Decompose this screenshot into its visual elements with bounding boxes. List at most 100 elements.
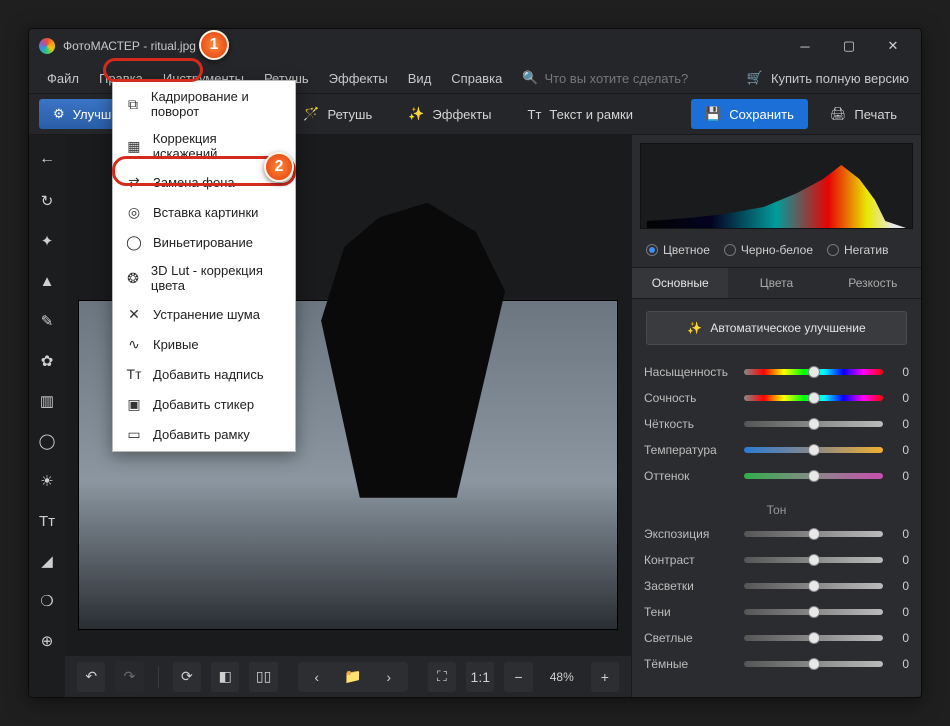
toolbar-text-button[interactable]: Tᴛ Текст и рамки bbox=[514, 99, 647, 129]
slider-thumb[interactable] bbox=[808, 444, 820, 456]
zoom-out-button[interactable]: − bbox=[504, 662, 532, 692]
image-icon: ◎ bbox=[125, 203, 143, 221]
radio-negative[interactable]: Негатив bbox=[827, 243, 888, 257]
slider-track[interactable] bbox=[744, 583, 883, 589]
slider-thumb[interactable] bbox=[808, 580, 820, 592]
prev-image-button[interactable]: ‹ bbox=[302, 662, 332, 692]
maximize-button[interactable]: ▢ bbox=[827, 31, 871, 61]
zoom-in-button[interactable]: + bbox=[591, 662, 619, 692]
cube-icon: ❂ bbox=[125, 269, 141, 287]
menubar-search[interactable]: 🔍 Что вы хотите сделать? bbox=[516, 70, 688, 86]
slider-track[interactable] bbox=[744, 531, 883, 537]
slider-thumb[interactable] bbox=[808, 606, 820, 618]
tools-dropdown: ⧉Кадрирование и поворот ▦Коррекция искаж… bbox=[112, 80, 296, 452]
save-button[interactable]: 💾 Сохранить bbox=[691, 99, 808, 129]
save-icon: 💾 bbox=[705, 106, 721, 122]
tool-stamp-icon[interactable]: ▲ bbox=[33, 267, 61, 295]
dropdown-curves[interactable]: ∿Кривые bbox=[113, 329, 295, 359]
slider-thumb[interactable] bbox=[808, 418, 820, 430]
dropdown-insert-image[interactable]: ◎Вставка картинки bbox=[113, 197, 295, 227]
menu-file[interactable]: Файл bbox=[37, 66, 89, 91]
tool-brush-icon[interactable]: ✎ bbox=[33, 307, 61, 335]
tool-target-icon[interactable]: ⊕ bbox=[33, 627, 61, 655]
menu-help[interactable]: Справка bbox=[441, 66, 512, 91]
curves-icon: ∿ bbox=[125, 335, 143, 353]
slider-thumb[interactable] bbox=[808, 392, 820, 404]
refresh-button[interactable]: ⟳ bbox=[173, 662, 201, 692]
slider-value: 0 bbox=[891, 365, 909, 379]
print-button[interactable]: 🖨 Печать bbox=[816, 99, 911, 129]
radio-bw[interactable]: Черно-белое bbox=[724, 243, 813, 257]
dropdown-denoise[interactable]: ✕Устранение шума bbox=[113, 299, 295, 329]
fit-button[interactable]: ⛶ bbox=[428, 662, 456, 692]
grid-icon: ▦ bbox=[125, 137, 143, 155]
slider-track[interactable] bbox=[744, 473, 883, 479]
dropdown-3dlut[interactable]: ❂ 3D Lut - коррекция цвета bbox=[113, 257, 295, 299]
buy-full-version-link[interactable]: 🛒 Купить полную версию bbox=[747, 70, 913, 86]
search-placeholder: Что вы хотите сделать? bbox=[544, 71, 688, 86]
slider-label: Тёмные bbox=[644, 657, 736, 671]
radio-color[interactable]: Цветное bbox=[646, 243, 710, 257]
tool-gradient-icon[interactable]: ▥ bbox=[33, 387, 61, 415]
slider-row: Температура0 bbox=[644, 437, 909, 463]
menu-effects[interactable]: Эффекты bbox=[319, 66, 398, 91]
dropdown-crop[interactable]: ⧉Кадрирование и поворот bbox=[113, 83, 295, 125]
toolbar-retouch-button[interactable]: 🪄 Ретушь bbox=[289, 99, 386, 129]
tool-vignette-icon[interactable]: ◯ bbox=[33, 427, 61, 455]
back-button[interactable]: ← bbox=[29, 143, 65, 175]
slider-label: Насыщенность bbox=[644, 365, 736, 379]
undo-button[interactable]: ↶ bbox=[77, 662, 105, 692]
slider-thumb[interactable] bbox=[808, 658, 820, 670]
slider-track[interactable] bbox=[744, 369, 883, 375]
slider-track[interactable] bbox=[744, 395, 883, 401]
tool-lasso-icon[interactable]: ❍ bbox=[33, 587, 61, 615]
slider-track[interactable] bbox=[744, 421, 883, 427]
tone-section-label: Тон bbox=[632, 497, 921, 519]
split-button[interactable]: ▯▯ bbox=[249, 662, 277, 692]
tab-main[interactable]: Основные bbox=[632, 268, 728, 298]
dropdown-add-frame[interactable]: ▭Добавить рамку bbox=[113, 419, 295, 449]
slider-thumb[interactable] bbox=[808, 528, 820, 540]
dropdown-item-label: 3D Lut - коррекция цвета bbox=[151, 263, 283, 293]
dropdown-item-label: Замена фона bbox=[153, 175, 235, 190]
minimize-button[interactable]: ─ bbox=[783, 31, 827, 61]
wand-icon: ✨ bbox=[408, 106, 424, 122]
slider-value: 0 bbox=[891, 443, 909, 457]
close-button[interactable]: ✕ bbox=[871, 31, 915, 61]
dropdown-add-text[interactable]: TᴛДобавить надпись bbox=[113, 359, 295, 389]
tool-rotate-icon[interactable]: ↻ bbox=[33, 187, 61, 215]
menu-view[interactable]: Вид bbox=[398, 66, 442, 91]
slider-label: Экспозиция bbox=[644, 527, 736, 541]
slider-track[interactable] bbox=[744, 557, 883, 563]
tool-heal-icon[interactable]: ✦ bbox=[33, 227, 61, 255]
tab-sharp[interactable]: Резкость bbox=[825, 268, 921, 298]
tab-colors[interactable]: Цвета bbox=[728, 268, 824, 298]
tool-gear-icon[interactable]: ✿ bbox=[33, 347, 61, 375]
toolbar-effects-button[interactable]: ✨ Эффекты bbox=[394, 99, 505, 129]
slider-value: 0 bbox=[891, 391, 909, 405]
slider-track[interactable] bbox=[744, 661, 883, 667]
slider-thumb[interactable] bbox=[808, 470, 820, 482]
slider-row: Тени0 bbox=[644, 599, 909, 625]
slider-track[interactable] bbox=[744, 635, 883, 641]
next-image-button[interactable]: › bbox=[374, 662, 404, 692]
slider-thumb[interactable] bbox=[808, 632, 820, 644]
redo-button[interactable]: ↷ bbox=[115, 662, 143, 692]
dropdown-add-sticker[interactable]: ▣Добавить стикер bbox=[113, 389, 295, 419]
sticker-icon: ▣ bbox=[125, 395, 143, 413]
compare-button[interactable]: ◧ bbox=[211, 662, 239, 692]
tool-text-icon[interactable]: Tᴛ bbox=[33, 507, 61, 535]
slider-thumb[interactable] bbox=[808, 554, 820, 566]
slider-track[interactable] bbox=[744, 609, 883, 615]
zoom-11-button[interactable]: 1:1 bbox=[466, 662, 494, 692]
slider-thumb[interactable] bbox=[808, 366, 820, 378]
tool-sun-icon[interactable]: ☀ bbox=[33, 467, 61, 495]
dropdown-item-label: Устранение шума bbox=[153, 307, 260, 322]
browse-button[interactable]: 📁 bbox=[338, 662, 368, 692]
right-panel: Цветное Черно-белое Негатив Основные Цве… bbox=[631, 135, 921, 697]
dropdown-vignette[interactable]: ◯Виньетирование bbox=[113, 227, 295, 257]
crop-icon: ⧉ bbox=[125, 95, 141, 113]
tool-fill-icon[interactable]: ◢ bbox=[33, 547, 61, 575]
slider-track[interactable] bbox=[744, 447, 883, 453]
auto-enhance-button[interactable]: ✨ Автоматическое улучшение bbox=[646, 311, 907, 345]
